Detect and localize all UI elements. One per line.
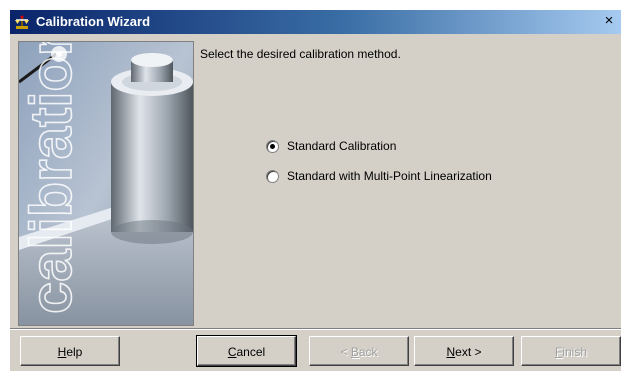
cancel-button[interactable]: Cancel (196, 335, 297, 367)
help-button[interactable]: Help (20, 336, 120, 366)
window-title: Calibration Wizard (36, 14, 151, 29)
title-bar: Calibration Wizard × (10, 10, 621, 34)
button-separator (10, 328, 621, 330)
finish-button[interactable]: Finish (521, 336, 621, 366)
option-label: Standard Calibration (287, 139, 397, 153)
instruction-text: Select the desired calibration method. (200, 47, 401, 61)
calibration-watermark-text: calibration (19, 42, 84, 314)
calibration-wizard-window: Calibration Wizard × calibration Select … (10, 10, 621, 371)
calibration-banner-image: calibration (18, 41, 194, 326)
option-standard-calibration[interactable]: Standard Calibration (266, 138, 396, 154)
next-button[interactable]: Next > (414, 336, 514, 366)
option-multi-point-linearization[interactable]: Standard with Multi-Point Linearization (266, 168, 492, 184)
radio-button-unselected[interactable] (266, 169, 279, 183)
close-button[interactable]: × (601, 12, 617, 30)
radio-button-selected[interactable] (266, 139, 279, 153)
back-button[interactable]: < Back (309, 336, 409, 366)
scale-icon (15, 15, 29, 29)
close-icon: × (604, 12, 614, 29)
option-label: Standard with Multi-Point Linearization (287, 169, 492, 183)
